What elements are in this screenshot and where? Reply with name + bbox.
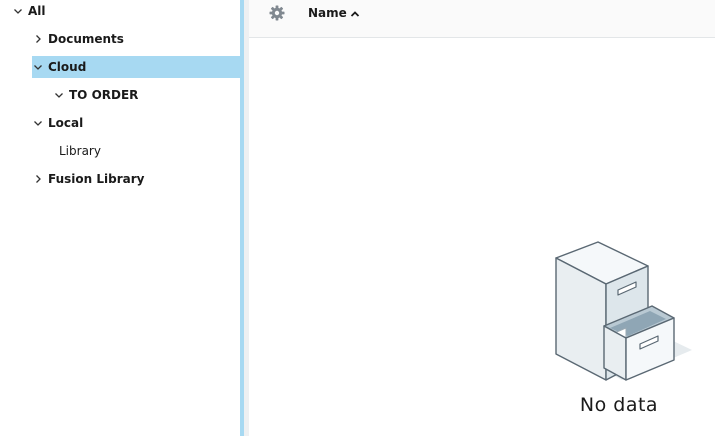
tree-item-label: Documents bbox=[48, 32, 124, 46]
folder-tree: All Documents Cloud TO ORDER Local Libra… bbox=[0, 0, 240, 436]
tree-item-fusion-library[interactable]: Fusion Library bbox=[32, 168, 144, 190]
tree-item-label: Fusion Library bbox=[48, 172, 145, 186]
tree-item-label: TO ORDER bbox=[69, 88, 139, 102]
tree-item-label: Cloud bbox=[48, 60, 87, 74]
chevron-right-icon[interactable] bbox=[32, 173, 44, 185]
column-header-label: Name bbox=[308, 6, 347, 20]
content-panel: Name No data bbox=[249, 0, 715, 436]
file-cabinet-icon bbox=[552, 240, 692, 385]
chevron-right-icon[interactable] bbox=[32, 33, 44, 45]
tree-item-label: Local bbox=[48, 116, 84, 130]
tree-item-label: All bbox=[28, 4, 46, 18]
empty-state-message: No data bbox=[579, 394, 659, 416]
chevron-up-icon bbox=[350, 8, 360, 18]
chevron-down-icon[interactable] bbox=[32, 117, 44, 129]
tree-item-to-order[interactable]: TO ORDER bbox=[53, 84, 138, 106]
tree-item-cloud[interactable]: Cloud bbox=[32, 56, 240, 78]
tree-item-all[interactable]: All bbox=[12, 0, 46, 22]
list-header: Name bbox=[249, 0, 715, 38]
tree-item-library[interactable]: Library bbox=[59, 140, 101, 162]
gear-icon[interactable] bbox=[268, 4, 286, 22]
tree-item-label: Library bbox=[59, 144, 101, 158]
tree-item-local[interactable]: Local bbox=[32, 112, 83, 134]
chevron-down-icon[interactable] bbox=[53, 89, 65, 101]
chevron-down-icon[interactable] bbox=[32, 61, 44, 73]
chevron-down-icon[interactable] bbox=[12, 5, 24, 17]
column-header-name[interactable]: Name bbox=[308, 4, 360, 22]
tree-item-documents[interactable]: Documents bbox=[32, 28, 124, 50]
